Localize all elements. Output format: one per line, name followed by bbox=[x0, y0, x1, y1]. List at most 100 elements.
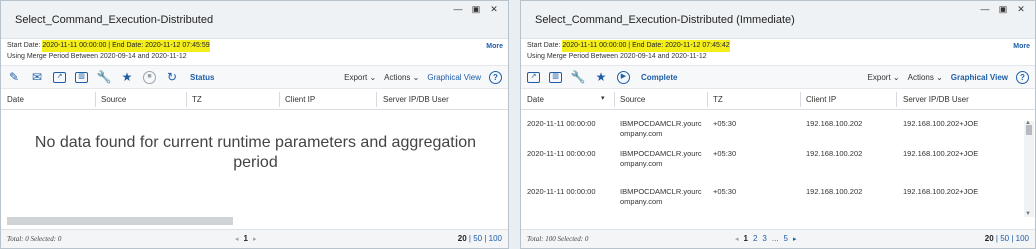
table-footer: Total: 100 Selected: 0 ◂ 1 2 3 ... 5 ▸ 2… bbox=[521, 229, 1035, 248]
window-controls: — ▣ ✕ bbox=[979, 4, 1027, 15]
more-link[interactable]: More bbox=[1013, 43, 1030, 50]
help-icon[interactable]: ? bbox=[1016, 71, 1029, 84]
column-header-source[interactable]: Source bbox=[620, 95, 645, 104]
page-size-selector[interactable]: 20 | 50 | 100 bbox=[458, 234, 502, 243]
cell-date: 2020-11-11 00:00:00 bbox=[527, 149, 596, 158]
complete-label: Complete bbox=[641, 72, 678, 82]
cell-server: 192.168.100.202+JOE bbox=[903, 119, 979, 128]
cell-source: IBMPOCDAMCLR.yourcompany.com bbox=[620, 119, 702, 138]
horizontal-scrollbar[interactable] bbox=[7, 217, 233, 225]
page-5[interactable]: 5 bbox=[784, 234, 788, 243]
export-menu[interactable]: Export ⌄ bbox=[344, 73, 376, 82]
export-window-icon[interactable]: ↗ bbox=[527, 71, 540, 83]
sort-desc-icon[interactable]: ▾ bbox=[601, 94, 605, 102]
merge-period-text: Using Merge Period Between 2020-09-14 an… bbox=[7, 53, 187, 60]
column-header-source[interactable]: Source bbox=[101, 95, 126, 104]
column-header-date[interactable]: Date bbox=[527, 95, 544, 104]
title-bar: Select_Command_Execution-Distributed (Im… bbox=[521, 1, 1035, 39]
actions-menu[interactable]: Actions ⌄ bbox=[908, 73, 943, 82]
column-header-date[interactable]: Date bbox=[7, 95, 24, 104]
cell-date: 2020-11-11 00:00:00 bbox=[527, 119, 596, 128]
page-size-selector[interactable]: 20 | 50 | 100 bbox=[985, 234, 1029, 243]
cell-client-ip: 192.168.100.202 bbox=[806, 187, 863, 196]
cell-tz: +05:30 bbox=[713, 149, 737, 158]
cell-server: 192.168.100.202+JOE bbox=[903, 187, 979, 196]
date-range-line: Start Date: 2020-11-11 00:00:00 | End Da… bbox=[527, 40, 730, 52]
date-range-highlight: 2020-11-11 00:00:00 | End Date: 2020-11-… bbox=[42, 40, 210, 52]
column-header-client-ip[interactable]: Client IP bbox=[285, 95, 315, 104]
cell-source: IBMPOCDAMCLR.yourcompany.com bbox=[620, 149, 702, 168]
merge-period-text: Using Merge Period Between 2020-09-14 an… bbox=[527, 53, 707, 60]
more-link[interactable]: More bbox=[486, 43, 503, 50]
cell-tz: +05:30 bbox=[713, 119, 737, 128]
report-title: Select_Command_Execution-Distributed bbox=[15, 14, 214, 26]
status-label[interactable]: Status bbox=[190, 73, 214, 82]
table-footer: Total: 0 Selected: 0 ◂ 1 ▸ 20 | 50 | 100 bbox=[1, 229, 508, 248]
pager: ◂ 1 2 3 ... 5 ▸ bbox=[735, 234, 797, 243]
report-panel-left: Select_Command_Execution-Distributed — ▣… bbox=[0, 0, 509, 249]
page-2[interactable]: 2 bbox=[753, 234, 757, 243]
stop-icon[interactable]: ■ bbox=[143, 70, 156, 84]
wrench-icon[interactable]: 🔧 bbox=[97, 70, 112, 84]
prev-page-icon[interactable]: ◂ bbox=[235, 235, 239, 243]
actions-menu[interactable]: Actions ⌄ bbox=[384, 73, 419, 82]
toolbar: ✎ ✉ ↗ ▥ 🔧 ★ ■ ↻ Status Export ⌄ Actions … bbox=[1, 65, 508, 89]
column-header-row: Date Source TZ Client IP Server IP/DB Us… bbox=[1, 89, 508, 110]
close-icon[interactable]: ✕ bbox=[488, 4, 500, 15]
minimize-icon[interactable]: — bbox=[452, 4, 464, 15]
report-title: Select_Command_Execution-Distributed (Im… bbox=[535, 14, 795, 26]
cell-source: IBMPOCDAMCLR.yourcompany.com bbox=[620, 187, 702, 206]
column-header-client-ip[interactable]: Client IP bbox=[806, 95, 836, 104]
cell-client-ip: 192.168.100.202 bbox=[806, 119, 863, 128]
date-range-highlight: 2020-11-11 00:00:00 | End Date: 2020-11-… bbox=[562, 40, 730, 52]
wrench-icon[interactable]: 🔧 bbox=[571, 70, 586, 84]
vertical-scrollbar[interactable]: ▲ ▼ bbox=[1024, 120, 1034, 217]
close-icon[interactable]: ✕ bbox=[1015, 4, 1027, 15]
title-bar: Select_Command_Execution-Distributed — ▣… bbox=[1, 1, 508, 39]
columns-icon[interactable]: ▥ bbox=[75, 71, 88, 83]
total-selected-text: Total: 0 Selected: 0 bbox=[7, 235, 62, 243]
column-header-server-ip[interactable]: Server IP/DB User bbox=[903, 95, 969, 104]
cell-client-ip: 192.168.100.202 bbox=[806, 149, 863, 158]
graphical-view-link[interactable]: Graphical View bbox=[951, 73, 1008, 82]
graphical-view-link[interactable]: Graphical View bbox=[427, 73, 481, 82]
pencil-icon[interactable]: ✎ bbox=[7, 70, 21, 84]
scroll-down-icon[interactable]: ▼ bbox=[1025, 211, 1031, 217]
report-panel-right: Select_Command_Execution-Distributed (Im… bbox=[520, 0, 1036, 249]
next-page-icon[interactable]: ▸ bbox=[793, 235, 797, 243]
next-page-icon[interactable]: ▸ bbox=[253, 235, 257, 243]
star-icon[interactable]: ★ bbox=[120, 70, 134, 84]
runtime-info: Start Date: 2020-11-11 00:00:00 | End Da… bbox=[1, 39, 508, 65]
no-data-message: No data found for current runtime parame… bbox=[34, 134, 477, 171]
cell-date: 2020-11-11 00:00:00 bbox=[527, 187, 596, 196]
minimize-icon[interactable]: — bbox=[979, 4, 991, 15]
help-icon[interactable]: ? bbox=[489, 71, 502, 84]
export-window-icon[interactable]: ↗ bbox=[53, 71, 66, 83]
maximize-icon[interactable]: ▣ bbox=[470, 4, 482, 15]
column-header-row: Date ▾ Source TZ Client IP Server IP/DB … bbox=[521, 89, 1035, 110]
cell-server: 192.168.100.202+JOE bbox=[903, 149, 979, 158]
play-icon[interactable]: ▶ bbox=[617, 70, 630, 84]
envelope-icon[interactable]: ✉ bbox=[30, 70, 44, 84]
star-icon[interactable]: ★ bbox=[594, 70, 608, 84]
toolbar: ↗ ▥ 🔧 ★ ▶ Complete Export ⌄ Actions ⌄ Gr… bbox=[521, 65, 1035, 89]
total-selected-text: Total: 100 Selected: 0 bbox=[527, 235, 589, 243]
pager: ◂ 1 ▸ bbox=[235, 234, 256, 243]
export-menu[interactable]: Export ⌄ bbox=[868, 73, 900, 82]
cell-tz: +05:30 bbox=[713, 187, 737, 196]
runtime-info: Start Date: 2020-11-11 00:00:00 | End Da… bbox=[521, 39, 1035, 65]
column-header-tz[interactable]: TZ bbox=[192, 95, 202, 104]
date-range-line: Start Date: 2020-11-11 00:00:00 | End Da… bbox=[7, 40, 210, 52]
page-1[interactable]: 1 bbox=[744, 234, 748, 243]
page-1[interactable]: 1 bbox=[244, 234, 248, 243]
column-header-server-ip[interactable]: Server IP/DB User bbox=[383, 95, 449, 104]
prev-page-icon[interactable]: ◂ bbox=[735, 235, 739, 243]
scroll-thumb[interactable] bbox=[1026, 125, 1032, 135]
page-ellipsis: ... bbox=[771, 234, 779, 243]
maximize-icon[interactable]: ▣ bbox=[997, 4, 1009, 15]
window-controls: — ▣ ✕ bbox=[452, 4, 500, 15]
refresh-icon[interactable]: ↻ bbox=[165, 70, 179, 84]
columns-icon[interactable]: ▥ bbox=[549, 71, 562, 83]
column-header-tz[interactable]: TZ bbox=[713, 95, 723, 104]
page-3[interactable]: 3 bbox=[762, 234, 766, 243]
